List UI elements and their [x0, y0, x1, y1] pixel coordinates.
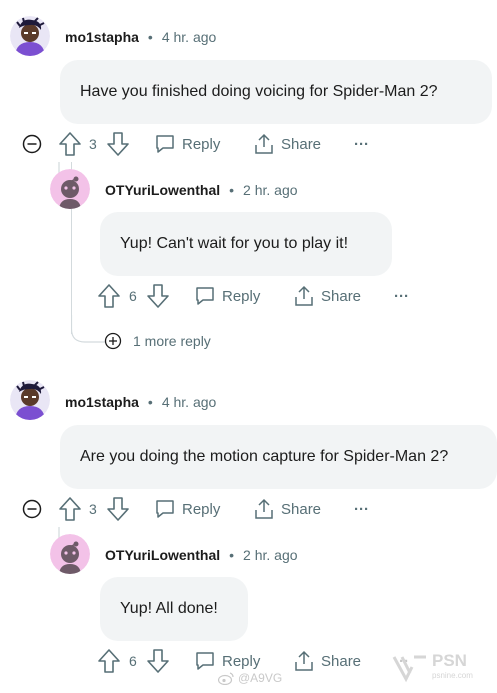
reply-button[interactable]: Reply — [154, 131, 220, 157]
meta-separator: • — [147, 29, 153, 45]
meta-separator: • — [229, 547, 235, 563]
comment-bubble-icon — [196, 287, 214, 305]
downvote-arrow-icon — [107, 132, 129, 156]
minus-circle-icon — [22, 499, 42, 519]
more-options-icon: ··· — [394, 287, 409, 305]
upvote-button[interactable] — [97, 648, 121, 674]
weibo-handle: @A9VG — [238, 671, 283, 685]
comment-meta: mo1stapha • 4 hr. ago — [65, 29, 216, 45]
share-icon — [255, 133, 273, 154]
share-label: Share — [281, 135, 322, 153]
comment-actions: 3 Reply Share ··· — [58, 131, 388, 157]
comment-username[interactable]: mo1stapha — [65, 29, 139, 45]
share-label: Share — [321, 287, 362, 305]
share-icon — [255, 498, 273, 519]
reply-actions: 6 Reply Share ··· — [97, 283, 427, 309]
collapse-thread-button[interactable] — [22, 134, 42, 154]
downvote-button[interactable] — [106, 496, 130, 522]
upvote-arrow-icon — [59, 132, 81, 156]
share-label: Share — [321, 652, 362, 670]
reply-label: Reply — [182, 500, 221, 518]
more-options-button[interactable]: ··· — [354, 131, 369, 157]
comment-text: Have you finished doing voicing for Spid… — [80, 83, 438, 100]
upvote-arrow-icon — [98, 284, 120, 308]
vote-count: 3 — [89, 501, 97, 517]
comment-meta: mo1stapha • 4 hr. ago — [65, 394, 216, 410]
share-icon — [295, 650, 313, 671]
reply-body: Yup! Can't wait for you to play it! — [100, 212, 392, 276]
downvote-button[interactable] — [146, 648, 170, 674]
comment-bubble-icon — [156, 135, 174, 153]
comment-text: Are you doing the motion capture for Spi… — [80, 448, 449, 465]
weibo-logo-icon — [218, 671, 234, 685]
reply-text: Yup! All done! — [120, 600, 218, 617]
psn-logo-text: PSN — [432, 651, 467, 670]
more-replies-link[interactable]: 1 more reply — [104, 331, 211, 351]
share-button[interactable]: Share — [253, 496, 321, 522]
reply-label: Reply — [222, 287, 261, 305]
upvote-button[interactable] — [58, 131, 82, 157]
downvote-arrow-icon — [147, 649, 169, 673]
reply-label: Reply — [222, 652, 261, 670]
share-button[interactable]: Share — [293, 283, 361, 309]
plus-circle-icon — [104, 332, 122, 350]
more-options-button[interactable]: ··· — [354, 496, 369, 522]
comment-bubble-icon — [156, 500, 174, 518]
vote-count: 6 — [129, 653, 137, 669]
upvote-button[interactable] — [58, 496, 82, 522]
comment-username[interactable]: mo1stapha — [65, 394, 139, 410]
comment-body: Are you doing the motion capture for Spi… — [60, 425, 497, 489]
reply-label: Reply — [182, 135, 221, 153]
reply-meta: OTYuriLowenthal • 2 hr. ago — [105, 547, 298, 563]
reply-avatar[interactable] — [50, 534, 90, 574]
psn-site: psnine.com — [432, 671, 473, 680]
downvote-button[interactable] — [146, 283, 170, 309]
reply-username[interactable]: OTYuriLowenthal — [105, 547, 220, 563]
vote-count: 3 — [89, 136, 97, 152]
collapse-thread-button[interactable] — [22, 499, 42, 519]
minus-circle-icon — [22, 134, 42, 154]
meta-separator: • — [147, 394, 153, 410]
commenter-avatar[interactable] — [10, 16, 50, 56]
comment-bubble-icon — [196, 652, 214, 670]
vote-count: 6 — [129, 288, 137, 304]
share-button[interactable]: Share — [253, 131, 321, 157]
share-icon — [295, 285, 313, 306]
upvote-button[interactable] — [97, 283, 121, 309]
reply-meta: OTYuriLowenthal • 2 hr. ago — [105, 182, 298, 198]
weibo-watermark: @A9VG — [218, 671, 282, 685]
commenter-avatar[interactable] — [10, 380, 50, 420]
reply-body: Yup! All done! — [100, 577, 248, 641]
share-label: Share — [281, 500, 322, 518]
psn-watermark: PSN psnine.com — [392, 651, 492, 687]
thread-curve — [71, 315, 107, 345]
comment-timestamp: 4 hr. ago — [161, 29, 217, 45]
reply-button[interactable]: Reply — [154, 496, 220, 522]
share-button[interactable]: Share — [293, 648, 361, 674]
downvote-button[interactable] — [106, 131, 130, 157]
upvote-arrow-icon — [98, 649, 120, 673]
more-options-icon: ··· — [354, 500, 369, 518]
reply-username[interactable]: OTYuriLowenthal — [105, 182, 220, 198]
psn-logo-icon — [392, 655, 426, 683]
comment-body: Have you finished doing voicing for Spid… — [60, 60, 492, 124]
reply-text: Yup! Can't wait for you to play it! — [120, 235, 349, 252]
reply-avatar[interactable] — [50, 169, 90, 209]
reply-timestamp: 2 hr. ago — [243, 182, 298, 198]
reply-button[interactable]: Reply — [194, 283, 260, 309]
reply-timestamp: 2 hr. ago — [243, 547, 298, 563]
meta-separator: • — [229, 182, 235, 198]
comment-actions: 3 Reply Share ··· — [58, 496, 388, 522]
downvote-arrow-icon — [107, 497, 129, 521]
downvote-arrow-icon — [147, 284, 169, 308]
more-options-button[interactable]: ··· — [394, 283, 409, 309]
comment-timestamp: 4 hr. ago — [161, 394, 217, 410]
more-replies-label: 1 more reply — [133, 333, 211, 349]
more-options-icon: ··· — [354, 135, 369, 153]
upvote-arrow-icon — [59, 497, 81, 521]
